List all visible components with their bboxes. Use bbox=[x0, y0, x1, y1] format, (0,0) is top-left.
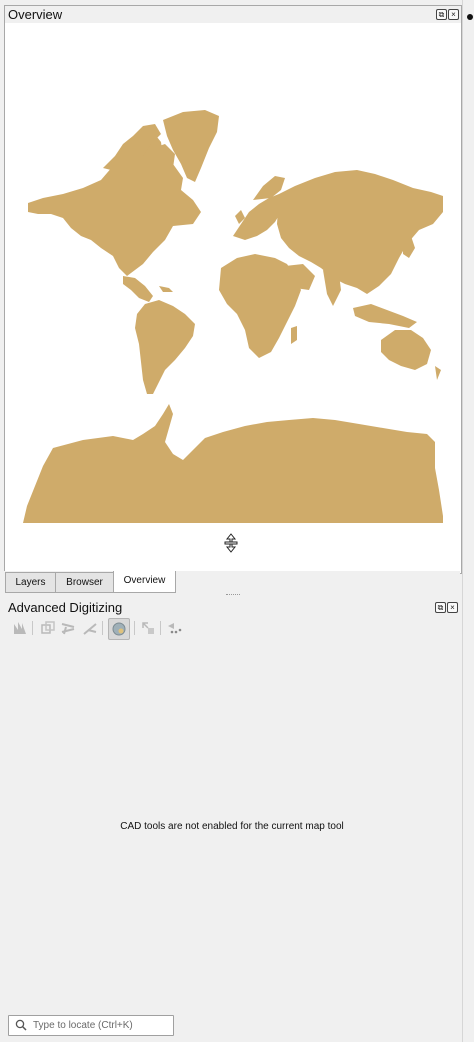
toolbar-separator bbox=[160, 621, 161, 635]
dock-tab-bar: Layers Browser Overview bbox=[4, 571, 460, 593]
central-america bbox=[123, 276, 153, 302]
indonesia bbox=[353, 304, 417, 328]
new-zealand bbox=[435, 366, 441, 380]
cad-toolbar bbox=[8, 618, 208, 640]
japan bbox=[403, 236, 415, 258]
locator-bar[interactable] bbox=[8, 1015, 174, 1036]
tab-browser[interactable]: Browser bbox=[55, 572, 114, 593]
locator-input[interactable] bbox=[33, 1016, 169, 1035]
floater-icon[interactable] bbox=[166, 620, 182, 636]
enable-cad-button[interactable] bbox=[108, 618, 130, 640]
caribbean bbox=[159, 286, 173, 292]
float-window-icon[interactable]: ⧉ bbox=[436, 9, 447, 20]
advanced-digitizing-panel: Advanced Digitizing ⧉ × CAD tools are no… bbox=[4, 598, 460, 1008]
splitter-handle[interactable] bbox=[226, 594, 240, 597]
close-icon[interactable]: × bbox=[447, 602, 458, 613]
overview-panel-title: Overview bbox=[8, 7, 63, 22]
cad-status-message: CAD tools are not enabled for the curren… bbox=[120, 821, 344, 832]
construction-mode-icon[interactable] bbox=[12, 620, 28, 636]
world-map bbox=[23, 110, 443, 523]
south-america bbox=[135, 300, 195, 394]
land-masses bbox=[23, 110, 443, 523]
overview-map-canvas[interactable] bbox=[5, 23, 461, 573]
antarctica bbox=[23, 404, 443, 523]
right-dock-strip bbox=[462, 0, 474, 1042]
toolbar-separator bbox=[134, 621, 135, 635]
float-window-icon[interactable]: ⧉ bbox=[435, 602, 446, 613]
dot-indicator-icon bbox=[467, 14, 473, 20]
close-icon[interactable]: × bbox=[448, 9, 459, 20]
australia bbox=[381, 330, 431, 370]
search-icon bbox=[15, 1019, 27, 1031]
enable-cad-icon bbox=[112, 622, 126, 636]
dock-area: Overview ⧉ × Layers Browser Overview Adv… bbox=[0, 0, 474, 1042]
toolbar-separator bbox=[32, 621, 33, 635]
overview-panel-header[interactable]: Overview ⧉ × bbox=[5, 6, 461, 23]
snap-to-common-angles-icon[interactable] bbox=[82, 620, 98, 636]
advanced-digitizing-title: Advanced Digitizing bbox=[8, 600, 123, 615]
tab-layers[interactable]: Layers bbox=[5, 572, 56, 593]
toolbar-separator bbox=[102, 621, 103, 635]
indian-subcontinent bbox=[323, 270, 341, 306]
overview-panel: Overview ⧉ × bbox=[4, 5, 462, 574]
settings-icon[interactable] bbox=[140, 620, 156, 636]
madagascar bbox=[291, 326, 297, 344]
tab-overview[interactable]: Overview bbox=[113, 571, 176, 593]
pan-cursor-icon bbox=[224, 533, 238, 553]
parallel-icon[interactable] bbox=[40, 620, 56, 636]
perpendicular-icon[interactable] bbox=[60, 620, 76, 636]
